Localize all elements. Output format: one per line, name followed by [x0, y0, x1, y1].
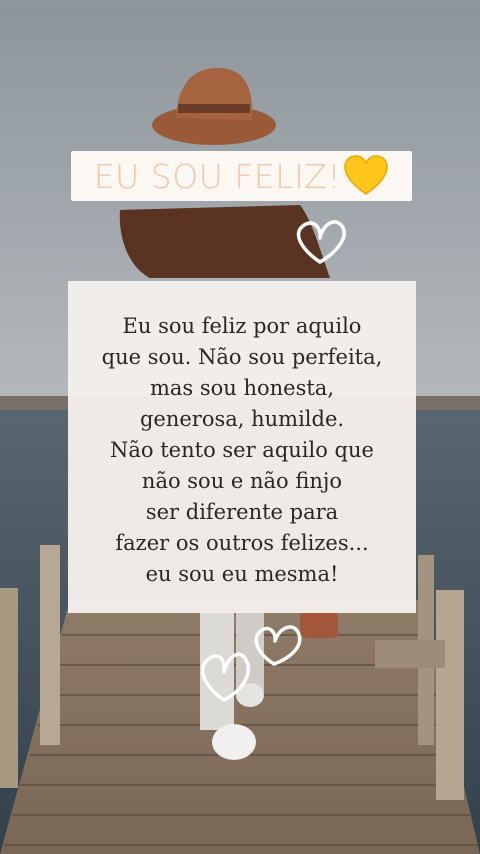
- pier-post-left-1: [40, 545, 60, 745]
- shoe-left: [212, 724, 256, 760]
- quote-text: Eu sou feliz por aquilo que sou. Não sou…: [68, 311, 416, 590]
- quote-line: fazer os outros felizes...: [115, 531, 369, 555]
- handbag: [300, 612, 338, 638]
- pier-rail-right: [375, 640, 445, 668]
- pier-post-left-2: [0, 588, 18, 788]
- quote-card: Eu sou feliz por aquilo que sou. Não sou…: [68, 281, 416, 613]
- title-text: EU SOU FELIZ!: [93, 156, 342, 196]
- quote-line: Não tento ser aquilo que: [110, 438, 374, 462]
- hat-band: [178, 104, 250, 113]
- quote-line: que sou. Não sou perfeita,: [101, 345, 383, 369]
- quote-line: mas sou honesta,: [149, 376, 335, 400]
- title-banner: EU SOU FELIZ!: [71, 151, 412, 201]
- leg-left: [200, 612, 234, 730]
- quote-line: Eu sou feliz por aquilo: [122, 314, 362, 338]
- pier-post-right-2: [436, 590, 464, 800]
- quote-line: ser diferente para: [145, 500, 339, 524]
- quote-line: não sou e não finjo: [141, 469, 343, 493]
- yellow-heart-icon: [344, 155, 388, 195]
- quote-line: generosa, humilde.: [139, 407, 345, 431]
- quote-line: eu sou eu mesma!: [145, 562, 339, 586]
